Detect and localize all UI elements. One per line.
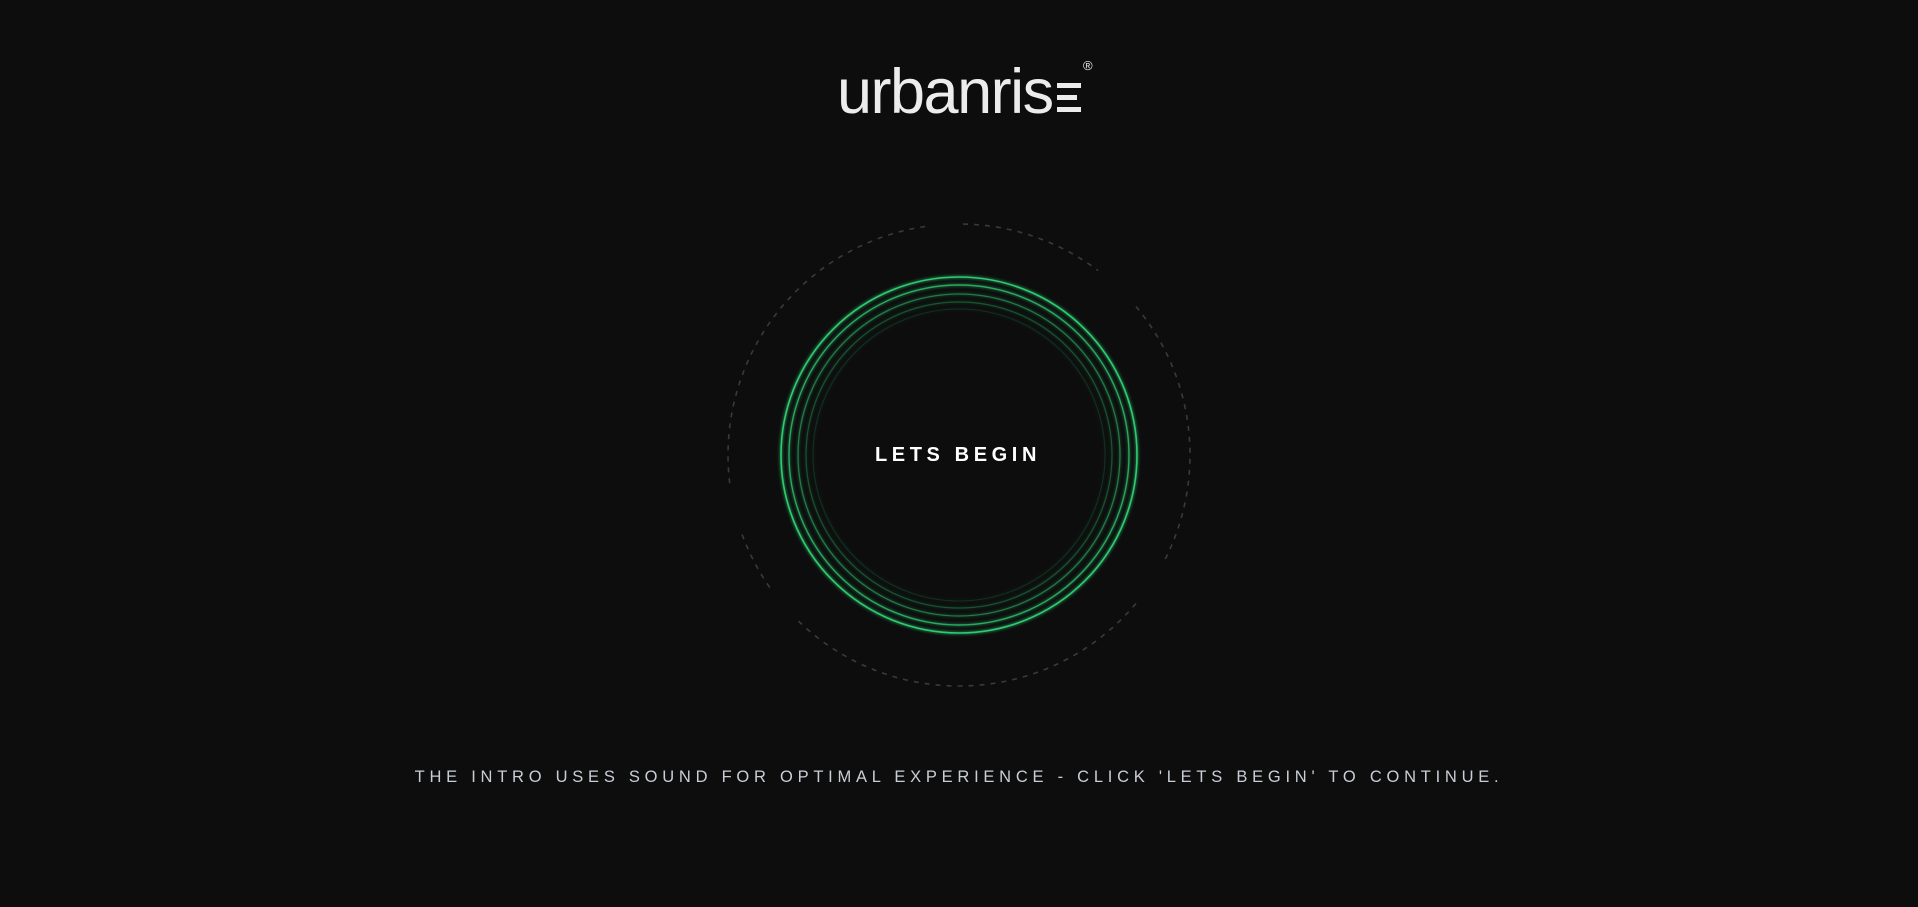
dashed-arc [963, 223, 1099, 272]
dashed-arc [1135, 306, 1191, 561]
sound-notice: THE INTRO USES SOUND FOR OPTIMAL EXPERIE… [414, 768, 1504, 786]
dashed-arc [741, 533, 771, 588]
lets-begin-button[interactable]: LETS BEGIN [779, 275, 1139, 635]
